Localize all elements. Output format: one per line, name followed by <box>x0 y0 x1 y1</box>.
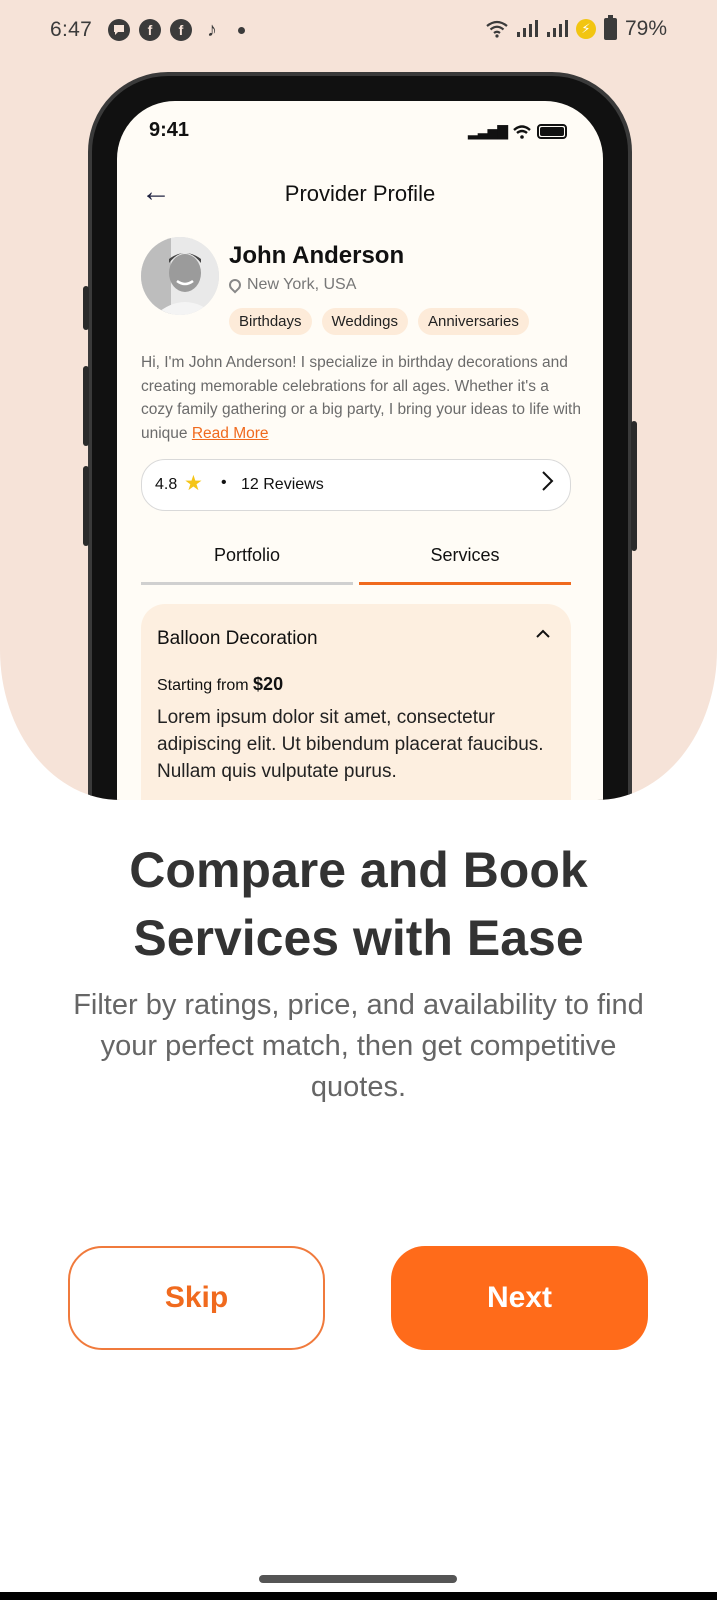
ios-wifi-icon <box>513 124 531 139</box>
notification-icons: f f ♪ <box>108 19 245 41</box>
phone-side-button <box>631 421 637 551</box>
charging-icon: ⚡ <box>575 19 596 39</box>
tiktok-icon: ♪ <box>207 18 217 41</box>
signal-icon <box>546 20 568 37</box>
chevron-up-icon[interactable] <box>535 626 551 644</box>
bottom-edge <box>0 1592 717 1600</box>
dot-icon <box>238 26 245 34</box>
system-status: ⚡ 79% <box>486 15 667 41</box>
heading-line-2: Services with Ease <box>133 910 584 966</box>
service-card[interactable]: Balloon Decoration Starting from $20 Lor… <box>141 604 571 800</box>
ios-battery-icon <box>537 124 567 139</box>
tag-weddings: Weddings <box>321 308 408 335</box>
facebook-icon: f <box>170 19 192 41</box>
avatar <box>141 237 219 315</box>
profile-tabs: Portfolio Services <box>141 541 571 585</box>
service-description: Lorem ipsum dolor sit amet, consectetur … <box>157 707 544 782</box>
phone-side-button <box>83 466 89 546</box>
skip-button[interactable]: Skip <box>68 1246 325 1350</box>
service-title: Balloon Decoration <box>157 628 318 649</box>
provider-name: John Anderson <box>229 242 405 269</box>
phone-screen: 9:41 ▂▃▅▇ ← Provider Profile John Anders… <box>117 101 603 800</box>
wifi-icon <box>486 20 508 38</box>
tab-portfolio[interactable]: Portfolio <box>141 541 353 585</box>
rating-value: 4.8 <box>155 476 178 493</box>
battery-icon <box>603 15 617 40</box>
facebook-icon: f <box>139 19 161 41</box>
phone-side-button <box>83 366 89 446</box>
rating-summary[interactable]: 4.8 ★ • 12 Reviews <box>141 459 571 511</box>
review-count: 12 Reviews <box>241 476 324 493</box>
location-pin-icon <box>226 276 244 294</box>
star-icon: ★ <box>184 472 203 495</box>
onboarding-subtext: Filter by ratings, price, and availabili… <box>73 989 644 1103</box>
home-indicator[interactable] <box>259 1575 457 1583</box>
phone-side-button <box>83 286 89 330</box>
ios-status-bar: 9:41 ▂▃▅▇ <box>117 101 603 161</box>
provider-bio: Hi, I'm John Anderson! I specialize in b… <box>141 351 581 445</box>
status-bar: 6:47 f f ♪ ⚡ 79% <box>0 0 717 60</box>
ios-status-icons: ▂▃▅▇ <box>468 123 567 140</box>
hero-background: 6:47 f f ♪ ⚡ 79% 9:41 ▂▃▅▇ ← Provider Pr… <box>0 0 717 800</box>
service-price: Starting from $20 <box>157 674 283 695</box>
separator-dot: • <box>221 474 227 491</box>
signal-icon <box>516 20 538 37</box>
specialty-tags: Birthdays Weddings Anniversaries <box>229 308 529 335</box>
tab-services[interactable]: Services <box>359 541 571 585</box>
starting-from-label: Starting from <box>157 677 249 694</box>
status-time: 6:47 <box>50 18 93 41</box>
heading-line-1: Compare and Book <box>129 842 588 898</box>
tag-anniversaries: Anniversaries <box>417 308 529 335</box>
battery-percent: 79% <box>624 17 667 40</box>
ios-time: 9:41 <box>149 119 190 141</box>
tag-birthdays: Birthdays <box>229 308 312 335</box>
next-button[interactable]: Next <box>391 1246 648 1350</box>
page-title: Provider Profile <box>284 181 436 206</box>
provider-location: New York, USA <box>226 276 357 294</box>
ios-signal-icon: ▂▃▅▇ <box>467 123 508 139</box>
profile-nav-bar: ← Provider Profile <box>117 173 603 213</box>
read-more-link[interactable]: Read More <box>192 425 269 442</box>
location-text: New York, USA <box>247 276 357 293</box>
onboarding-heading: Compare and Book Services with Ease <box>60 836 657 972</box>
chat-bubble-icon <box>108 19 130 41</box>
chevron-right-icon <box>540 470 554 499</box>
phone-mockup: 9:41 ▂▃▅▇ ← Provider Profile John Anders… <box>83 72 637 800</box>
price-value: $20 <box>253 674 284 694</box>
